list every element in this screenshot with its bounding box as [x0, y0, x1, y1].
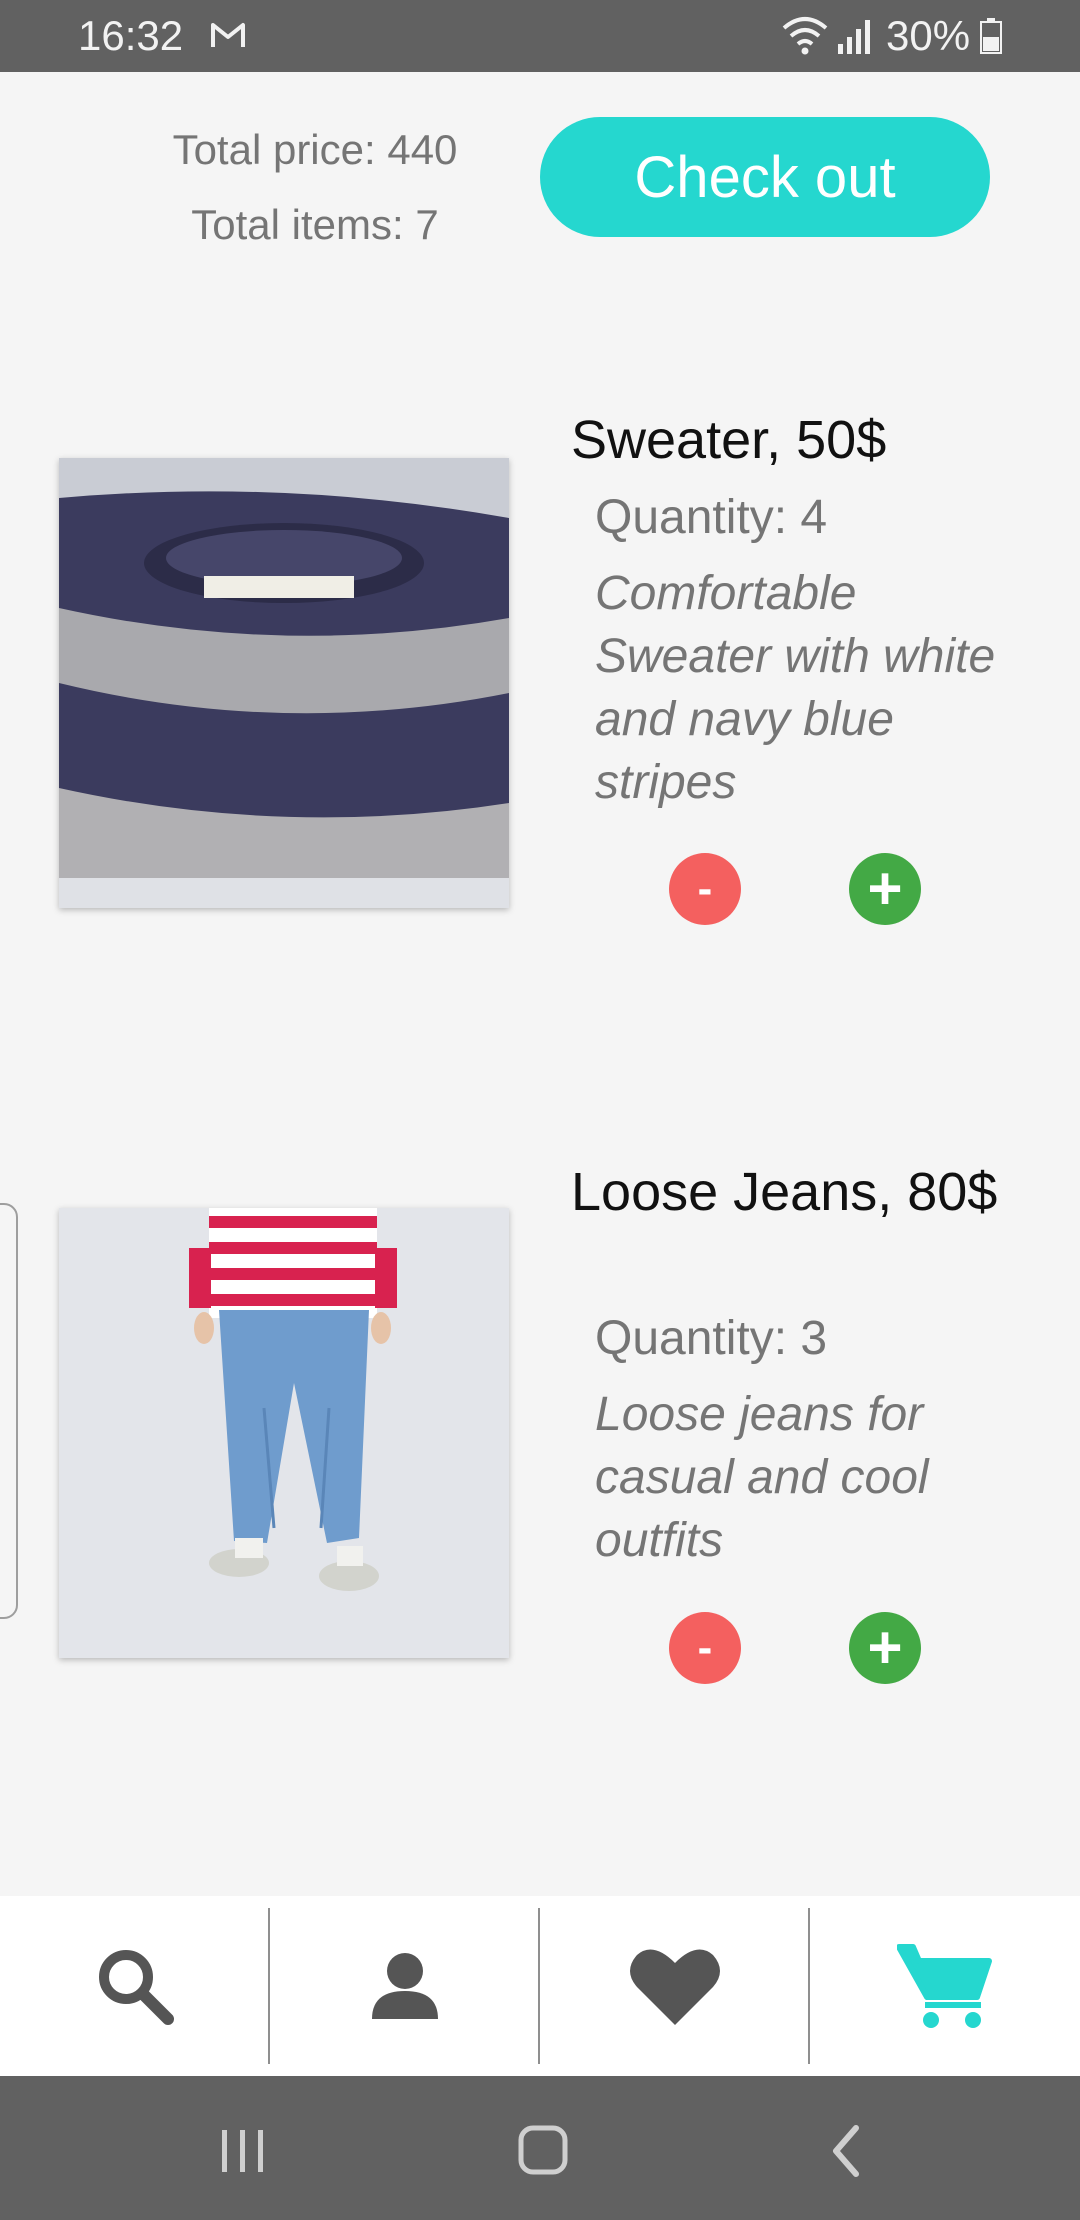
- product-quantity: Quantity: 3: [595, 1312, 828, 1365]
- product-description: Loose jeans for casual and cool outfits: [595, 1388, 929, 1567]
- cart-icon: [897, 1944, 992, 2028]
- cart-summary: Total price: 440 Total items: 7: [130, 112, 500, 262]
- decrease-quantity-button[interactable]: -: [669, 1612, 741, 1684]
- sweater-image: [59, 458, 509, 908]
- minus-icon: -: [697, 864, 713, 913]
- minus-icon: -: [697, 1623, 713, 1672]
- wifi-icon: [782, 17, 828, 55]
- status-bar: 16:32 30%: [0, 0, 1080, 72]
- nav-favorites[interactable]: [540, 1896, 810, 2076]
- home-icon[interactable]: [509, 2116, 579, 2186]
- gmail-icon: [211, 23, 245, 47]
- system-navigation-bar: [0, 2076, 1080, 2220]
- total-price: Total price: 440: [172, 126, 458, 173]
- bottom-navigation: [0, 1896, 1080, 2076]
- nav-search[interactable]: [0, 1896, 270, 2076]
- edge-panel-handle[interactable]: [0, 1203, 18, 1619]
- favorites-icon: [630, 1949, 720, 2025]
- profile-icon: [372, 1953, 438, 2019]
- battery-percent: 30%: [886, 12, 971, 59]
- increase-quantity-button[interactable]: +: [849, 1612, 921, 1684]
- total-items: Total items: 7: [191, 201, 439, 248]
- search-icon: [99, 1950, 174, 2025]
- nav-profile[interactable]: [270, 1896, 540, 2076]
- nav-cart[interactable]: [810, 1896, 1080, 2076]
- product-name: Loose Jeans, 80$: [571, 1162, 998, 1222]
- plus-icon: +: [867, 1614, 903, 1681]
- plus-icon: +: [867, 855, 903, 922]
- checkout-button[interactable]: Check out: [540, 117, 990, 237]
- battery-icon: [980, 18, 1002, 54]
- product-description: Comfortable Sweater with white and navy …: [595, 567, 996, 809]
- decrease-quantity-button[interactable]: -: [669, 853, 741, 925]
- product-name: Sweater, 50$: [571, 410, 887, 470]
- product-quantity: Quantity: 4: [595, 491, 828, 544]
- jeans-image: [59, 1208, 509, 1658]
- status-time: 16:32: [78, 12, 184, 59]
- signal-icon: [838, 20, 870, 54]
- back-icon[interactable]: [812, 2116, 882, 2186]
- recent-apps-icon[interactable]: [208, 2116, 278, 2186]
- increase-quantity-button[interactable]: +: [849, 853, 921, 925]
